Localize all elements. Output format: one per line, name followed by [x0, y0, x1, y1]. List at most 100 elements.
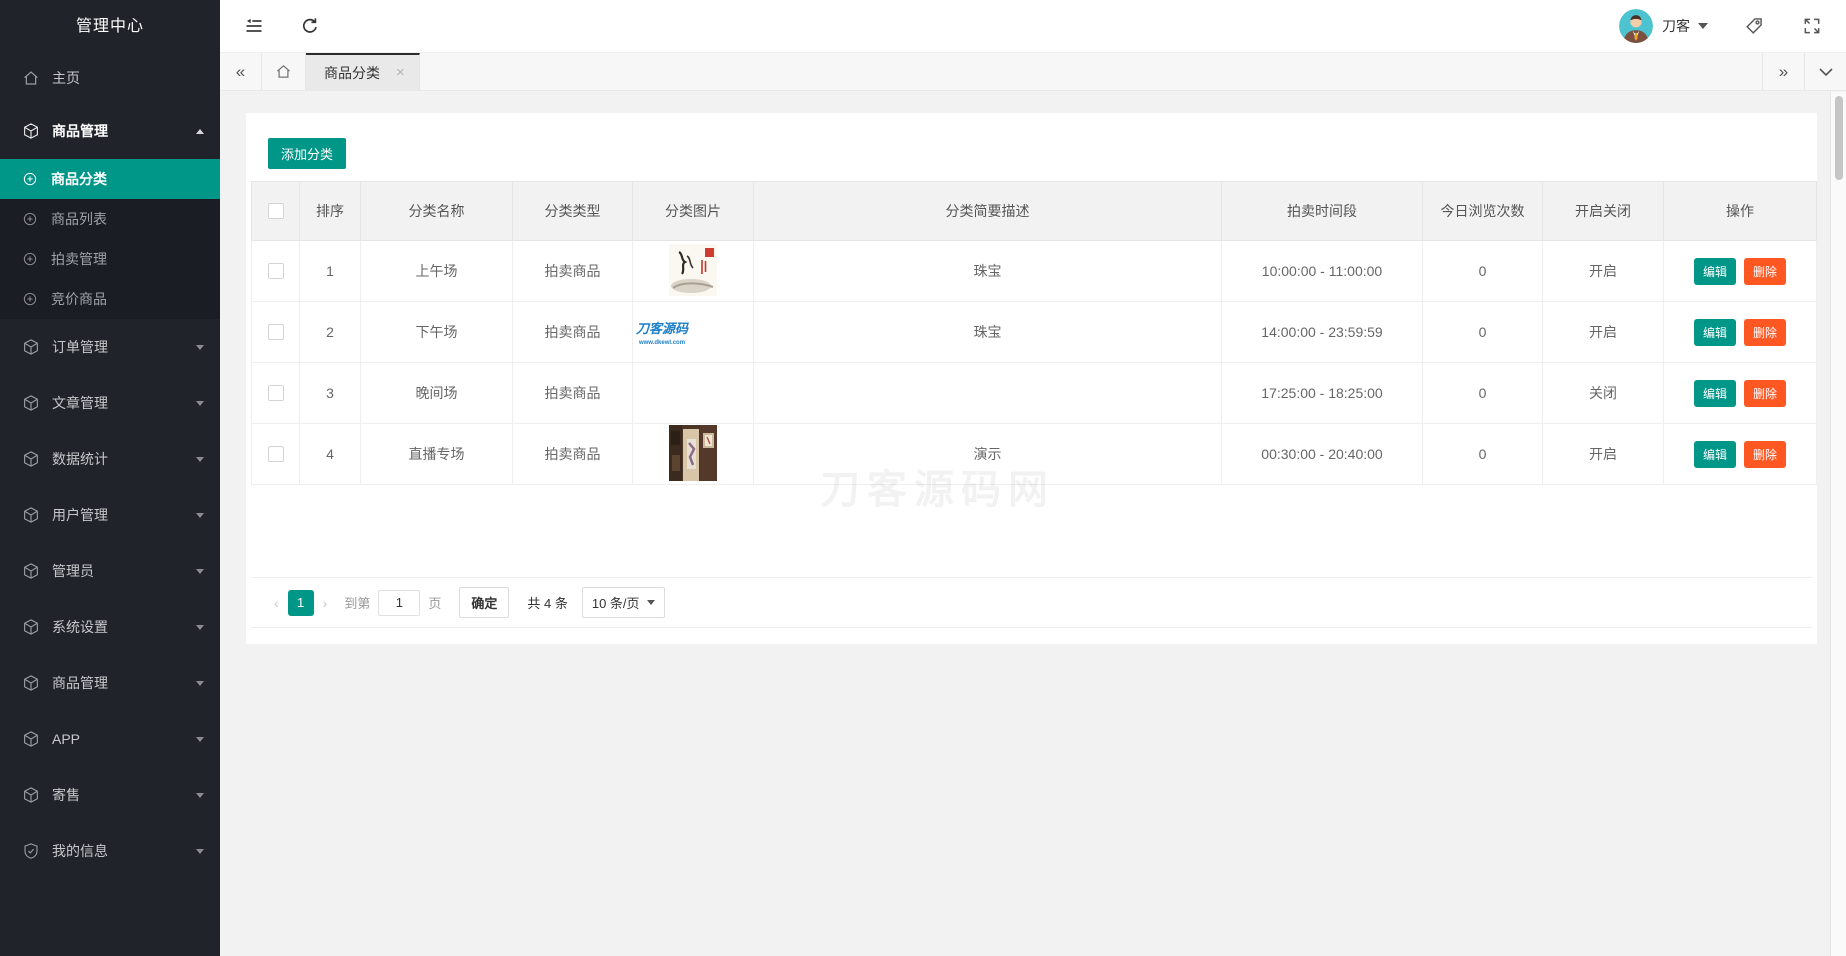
edit-button[interactable]: 编辑 [1693, 440, 1736, 468]
cell-name: 晚间场 [360, 362, 513, 424]
row-checkbox[interactable] [267, 385, 284, 401]
status-text: 关闭 [1542, 362, 1664, 424]
shield-check-icon [22, 842, 40, 860]
scrollbar-track[interactable] [1830, 92, 1846, 956]
row-checkbox[interactable] [267, 263, 284, 279]
cube-icon [22, 618, 40, 636]
tabs-scroll-left-button[interactable]: « [220, 53, 262, 90]
column-header-actions: 操作 [1663, 181, 1817, 241]
chevron-down-icon [196, 344, 204, 350]
edit-button[interactable]: 编辑 [1693, 379, 1736, 407]
sidebar-item-data-statistics[interactable]: 数据统计 [0, 431, 220, 487]
delete-button[interactable]: 删除 [1744, 257, 1787, 285]
circle-plus-icon [22, 211, 38, 227]
edit-button[interactable]: 编辑 [1693, 257, 1736, 285]
column-header-type: 分类类型 [512, 181, 633, 241]
cell-name: 上午场 [360, 240, 513, 302]
sidebar-item-user-management[interactable]: 用户管理 [0, 487, 220, 543]
category-table: 排序 分类名称 分类类型 分类图片 分类简要描述 拍卖时间段 今日浏览次数 开启… [251, 181, 1817, 485]
chevron-down-icon [196, 400, 204, 406]
sidebar-item-label: 商品管理 [52, 123, 108, 139]
tag-button[interactable] [1742, 14, 1766, 38]
column-header-image: 分类图片 [632, 181, 754, 241]
table-row: 1 上午场 拍卖商品 珠宝 10:00:00 - 11:00:00 0 开启 编… [251, 240, 1817, 302]
sidebar-item-bidding-goods[interactable]: 竞价商品 [0, 279, 220, 319]
double-chevron-left-icon: « [235, 61, 246, 81]
sidebar-item-goods-list[interactable]: 商品列表 [0, 199, 220, 239]
delete-button[interactable]: 删除 [1744, 318, 1787, 346]
column-header-name: 分类名称 [360, 181, 513, 241]
sidebar-item-label: 数据统计 [52, 451, 108, 467]
sidebar-item-goods-management-2[interactable]: 商品管理 [0, 655, 220, 711]
tab-label: 商品分类 [324, 64, 380, 81]
delete-button[interactable]: 删除 [1744, 440, 1787, 468]
sidebar-item-order-management[interactable]: 订单管理 [0, 319, 220, 375]
column-header-desc: 分类简要描述 [753, 181, 1222, 241]
scrollbar-thumb[interactable] [1834, 96, 1843, 180]
tab-bar-spacer [420, 53, 1762, 90]
tabs-menu-button[interactable] [1804, 53, 1846, 90]
page-next-button[interactable]: › [323, 595, 328, 611]
user-menu[interactable]: 刀客 [1662, 16, 1708, 36]
row-checkbox[interactable] [267, 446, 284, 462]
sidebar: 管理中心 主页 商品管理 商品分类 商品列表 拍卖管理 竞价商品 订单管理 文章… [0, 0, 220, 956]
page-jump-input[interactable] [378, 589, 421, 616]
sidebar-item-auction-management[interactable]: 拍卖管理 [0, 239, 220, 279]
cube-icon [22, 122, 40, 140]
logo-url-text: www.dkewl.com [638, 340, 686, 346]
delete-button[interactable]: 删除 [1744, 379, 1787, 407]
circle-plus-icon [22, 251, 38, 267]
sidebar-item-goods-category[interactable]: 商品分类 [0, 159, 220, 199]
tabs-scroll-right-button[interactable]: » [1762, 53, 1804, 90]
cube-icon [22, 394, 40, 412]
sidebar-item-label: 我的信息 [52, 843, 108, 859]
sidebar-item-label: 用户管理 [52, 507, 108, 523]
chevron-down-icon [1698, 23, 1708, 29]
cube-icon [22, 562, 40, 580]
chevron-down-icon [196, 680, 204, 686]
cell-type: 拍卖商品 [512, 240, 633, 302]
sidebar-item-system-settings[interactable]: 系统设置 [0, 599, 220, 655]
cell-time: 17:25:00 - 18:25:00 [1221, 362, 1423, 424]
sidebar-toggle-button[interactable] [242, 14, 266, 38]
avatar[interactable] [1619, 9, 1653, 43]
cell-views: 0 [1422, 301, 1543, 363]
sidebar-item-administrator[interactable]: 管理员 [0, 543, 220, 599]
refresh-button[interactable] [298, 14, 322, 38]
add-category-button[interactable]: 添加分类 [268, 138, 347, 169]
tab-home[interactable] [262, 53, 306, 90]
page-size-select[interactable]: 10 条/页 [581, 587, 665, 618]
sidebar-item-label: 商品分类 [51, 171, 107, 187]
select-all-checkbox[interactable] [267, 203, 284, 219]
page-prev-button[interactable]: ‹ [274, 595, 279, 611]
cell-sort: 2 [299, 301, 361, 363]
edit-button[interactable]: 编辑 [1693, 318, 1736, 346]
page-number-button[interactable]: 1 [287, 589, 314, 616]
confirm-button[interactable]: 确定 [459, 587, 510, 618]
cell-image-empty [632, 362, 754, 424]
close-icon[interactable]: × [396, 65, 405, 80]
sidebar-item-consignment[interactable]: 寄售 [0, 767, 220, 823]
sidebar-item-goods-management[interactable]: 商品管理 [0, 103, 220, 159]
table-row: 2 下午场 拍卖商品 刀客源码 www.dkewl.com 珠宝 14:00:0… [251, 301, 1817, 363]
sidebar-item-home[interactable]: 主页 [0, 53, 220, 103]
cell-type: 拍卖商品 [512, 362, 633, 424]
fullscreen-button[interactable] [1800, 14, 1824, 38]
chevron-down-icon [1818, 67, 1833, 76]
top-header-bar: 刀客 [220, 0, 1846, 53]
chevron-down-icon [196, 792, 204, 798]
daoke-logo-thumbnail: 刀客源码 www.dkewl.com [633, 308, 691, 356]
sidebar-item-article-management[interactable]: 文章管理 [0, 375, 220, 431]
cell-name: 下午场 [360, 301, 513, 363]
row-checkbox[interactable] [267, 324, 284, 340]
chevron-up-icon [196, 128, 204, 134]
cell-views: 0 [1422, 423, 1543, 485]
cell-time: 14:00:00 - 23:59:59 [1221, 301, 1423, 363]
chevron-down-icon [196, 624, 204, 630]
tab-goods-category[interactable]: 商品分类 × [306, 53, 420, 90]
total-count-label: 共 4 条 [527, 596, 568, 611]
page-size-value: 10 条/页 [591, 596, 640, 611]
sidebar-item-my-info[interactable]: 我的信息 [0, 823, 220, 879]
status-text: 开启 [1542, 301, 1664, 363]
sidebar-item-app[interactable]: APP [0, 711, 220, 767]
